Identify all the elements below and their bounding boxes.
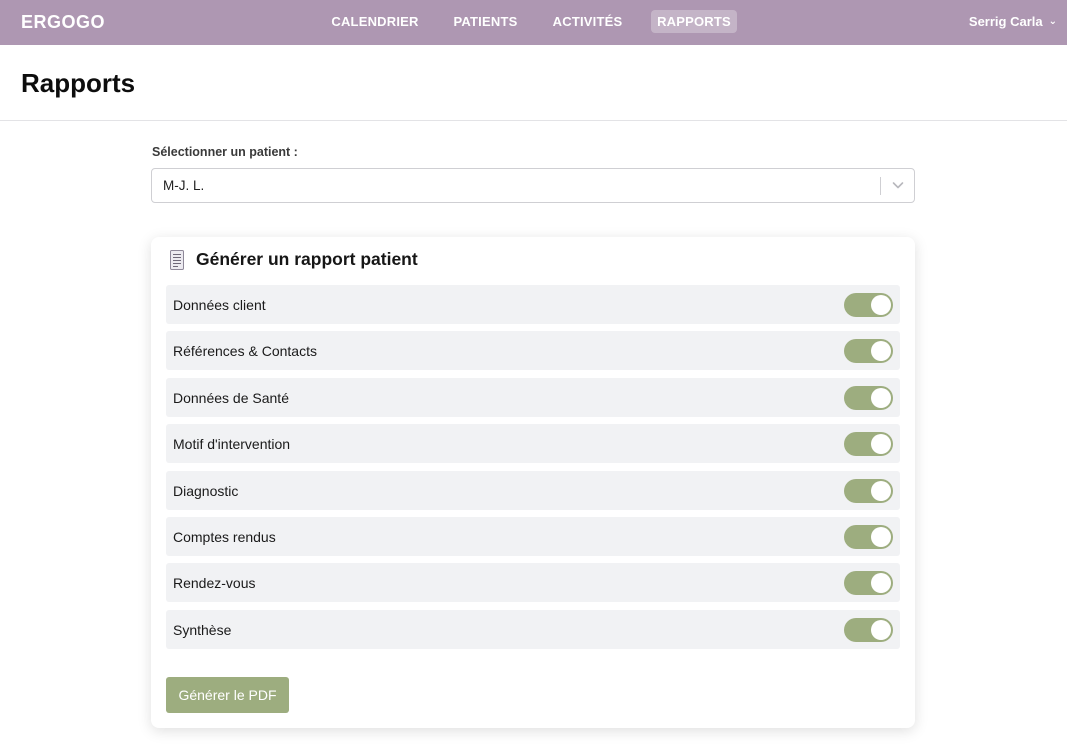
- page-title: Rapports: [21, 68, 136, 98]
- section-row-synthese: Synthèse: [166, 610, 900, 649]
- document-icon: [170, 250, 184, 270]
- section-label: Données de Santé: [173, 390, 289, 406]
- section-label: Diagnostic: [173, 483, 239, 499]
- section-toggle-synthese[interactable]: [844, 618, 893, 642]
- generate-pdf-button[interactable]: Générer le PDF: [166, 677, 289, 713]
- toggle-knob: [871, 481, 891, 501]
- chevron-down-icon: ⌄: [1048, 16, 1057, 27]
- section-row-rendez-vous: Rendez-vous: [166, 563, 900, 602]
- toggle-knob: [871, 527, 891, 547]
- section-row-diagnostic: Diagnostic: [166, 471, 900, 510]
- nav-item-patients[interactable]: PATIENTS: [447, 10, 524, 33]
- report-card-title: Générer un rapport patient: [196, 249, 418, 269]
- nav-item-calendrier[interactable]: CALENDRIER: [327, 10, 423, 33]
- section-toggle-comptes-rendus[interactable]: [844, 525, 893, 549]
- nav-item-rapports[interactable]: RAPPORTS: [651, 10, 737, 33]
- toggle-knob: [871, 573, 891, 593]
- nav-item-activites[interactable]: ACTIVITÉS: [547, 10, 628, 33]
- patient-select-label: Sélectionner un patient :: [152, 145, 298, 159]
- section-row-donnees-sante: Données de Santé: [166, 378, 900, 417]
- section-label: Références & Contacts: [173, 343, 317, 359]
- section-toggle-rendez-vous[interactable]: [844, 571, 893, 595]
- section-row-comptes-rendus: Comptes rendus: [166, 517, 900, 556]
- section-label: Synthèse: [173, 622, 232, 638]
- toggle-knob: [871, 341, 891, 361]
- section-toggle-motif-intervention[interactable]: [844, 432, 893, 456]
- page-header: Rapports: [0, 45, 1067, 121]
- top-navigation-bar: ERGOGO CALENDRIER PATIENTS ACTIVITÉS RAP…: [0, 0, 1067, 45]
- toggle-knob: [871, 434, 891, 454]
- section-toggle-donnees-sante[interactable]: [844, 386, 893, 410]
- section-label: Comptes rendus: [173, 529, 276, 545]
- section-label: Données client: [173, 297, 266, 313]
- user-name: Serrig Carla: [968, 14, 1043, 29]
- section-toggle-diagnostic[interactable]: [844, 479, 893, 503]
- section-toggle-donnees-client[interactable]: [844, 293, 893, 317]
- user-menu[interactable]: Serrig Carla ⌄: [969, 14, 1057, 29]
- toggle-knob: [871, 388, 891, 408]
- section-toggle-references-contacts[interactable]: [844, 339, 893, 363]
- patient-select-value: M-J. L.: [163, 178, 205, 193]
- section-row-donnees-client: Données client: [166, 285, 900, 324]
- chevron-down-icon[interactable]: [891, 176, 905, 194]
- section-row-motif-intervention: Motif d'intervention: [166, 424, 900, 463]
- section-label: Motif d'intervention: [173, 436, 291, 452]
- report-card: Générer un rapport patient Données clien…: [151, 237, 915, 728]
- patient-select[interactable]: M-J. L.: [151, 168, 915, 203]
- main-nav: CALENDRIER PATIENTS ACTIVITÉS RAPPORTS: [0, 0, 1067, 45]
- section-label: Rendez-vous: [173, 575, 256, 591]
- toggle-knob: [871, 295, 891, 315]
- toggle-knob: [871, 620, 891, 640]
- section-row-references-contacts: Références & Contacts: [166, 331, 900, 370]
- select-separator: [880, 177, 881, 195]
